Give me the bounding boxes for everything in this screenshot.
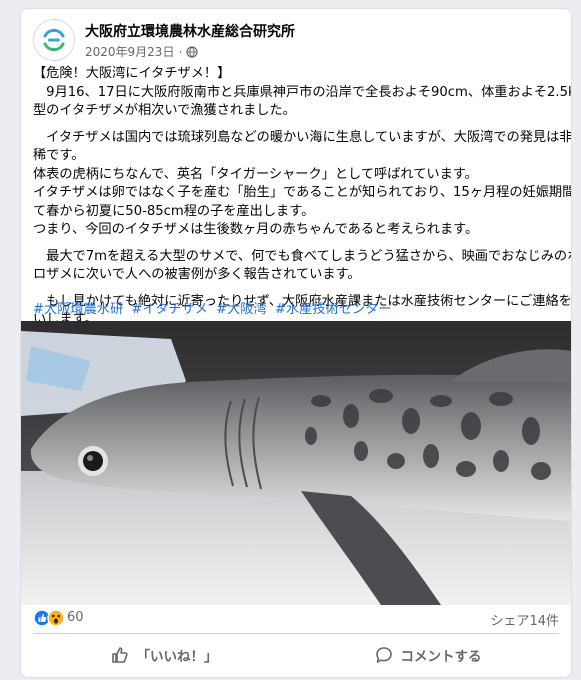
thumbs-up-icon [111, 647, 128, 663]
post-line: 9月16、17日に大阪府阪南市と兵庫県神戸市の沿岸で全長およそ90cm、体重およ… [33, 84, 572, 100]
meta-separator: · [178, 45, 183, 59]
post-line: 体表の虎柄にちなんで、英名「タイガーシャーク」として呼ばれています。 [33, 166, 478, 182]
post-line: イタチザメは卵ではなく子を産む「胎生」であることが知られており、15ヶ月程の妊娠… [33, 185, 572, 200]
hashtag-link[interactable]: #水産技術センター [275, 302, 392, 317]
logo-icon [43, 28, 65, 52]
like-button[interactable]: 「いいね！」 [33, 637, 295, 673]
comment-label: コメントする [400, 649, 482, 665]
post-photo[interactable] [21, 321, 571, 605]
tiger-shark-photo [21, 321, 571, 605]
post-line: て春から初夏に50-85cm程の子を産出します。 [33, 203, 315, 219]
post-date[interactable]: 2020年9月23日 [85, 45, 174, 59]
page-avatar[interactable] [33, 19, 75, 61]
post-line: 稀です。 [33, 148, 85, 163]
post-line: 型のイタチザメが相次いで漁獲されました。 [33, 103, 296, 118]
reaction-stats: 60 シェア14件 [33, 607, 559, 629]
hashtag-link[interactable]: #大阪湾 [216, 302, 267, 317]
comment-icon [375, 647, 392, 663]
hashtag-link[interactable]: #大阪環農水研 [33, 302, 123, 317]
post-card: 大阪府立環境農林水産総合研究所 2020年9月23日 · 【危険！大阪湾にイタチザ… [20, 8, 572, 678]
reaction-icons[interactable] [33, 609, 71, 627]
post-line: イタチザメは国内では琉球列島などの暖かい海に生息していますが、大阪湾での発見は非… [33, 129, 572, 145]
hashtag-list: #大阪環農水研 #イタチザメ #大阪湾 #水産技術センター [33, 298, 395, 317]
post-meta: 2020年9月23日 · [85, 43, 198, 60]
share-count[interactable]: シェア14件 [490, 610, 559, 629]
post-line: ロザメに次いで人への被害例が多く報告されています。 [33, 267, 361, 282]
reaction-count[interactable]: 60 [67, 610, 84, 625]
action-divider [33, 633, 559, 634]
post-body: 【危険！大阪湾にイタチザメ！】 9月16、17日に大阪府阪南市と兵庫県神戸市の沿… [33, 65, 572, 330]
hashtag-link[interactable]: #イタチザメ [131, 302, 207, 317]
action-bar: 「いいね！」 コメントする [33, 635, 559, 675]
like-label: 「いいね！」 [136, 649, 218, 665]
post-line: つまり、今回のイタチザメは生後数ヶ月の赤ちゃんであると考えられます。 [33, 222, 479, 237]
post-line: 最大で7mを超える大型のサメで、何でも食べてしまうどう猛さから、映画でおなじみの… [33, 248, 572, 264]
comment-button[interactable]: コメントする [297, 637, 559, 673]
post-line: 【危険！大阪湾にイタチザメ！】 [33, 66, 231, 81]
page-name-link[interactable]: 大阪府立環境農林水産総合研究所 [85, 21, 295, 41]
globe-icon [186, 46, 198, 58]
post-header: 大阪府立環境農林水産総合研究所 2020年9月23日 · [33, 19, 553, 63]
